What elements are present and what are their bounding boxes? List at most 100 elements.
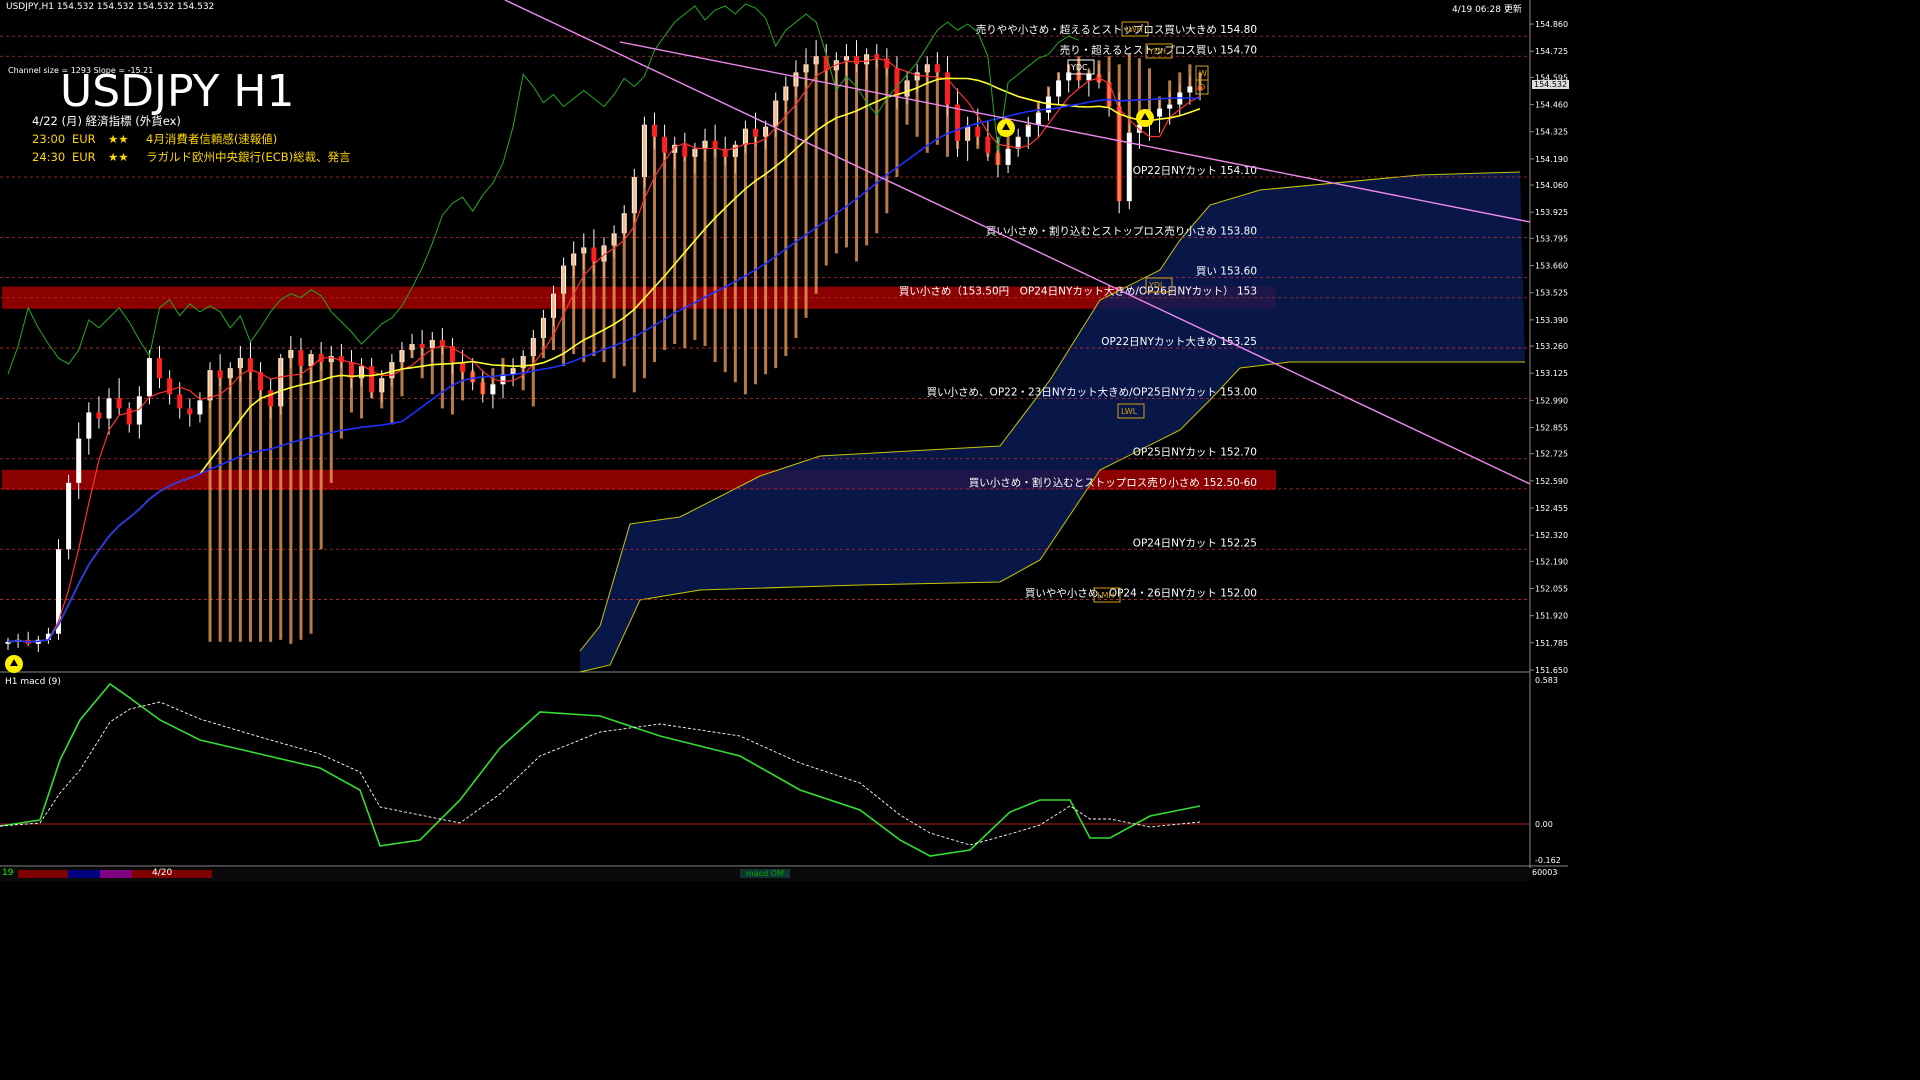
candle-body — [753, 128, 759, 137]
candle-body — [490, 384, 496, 395]
macd-axis-label: 0.00 — [1535, 820, 1553, 829]
price-tick-label: 152.055 — [1535, 585, 1568, 594]
price-tick-label: 153.925 — [1535, 208, 1568, 217]
histogram-bar — [1057, 72, 1061, 81]
histogram-bar — [349, 378, 353, 413]
histogram-bar — [208, 370, 212, 642]
event-name: ラガルド欧州中央銀行(ECB)総裁、発言 — [146, 150, 351, 164]
histogram-bar — [410, 344, 414, 359]
event-stars: ★★ — [108, 150, 129, 164]
order-level-label: OP22日NYカット大きめ 153.25 — [1101, 335, 1257, 348]
candle-body — [96, 412, 102, 419]
histogram-bar — [461, 372, 465, 401]
order-level-label: OP24日NYカット 152.25 — [1133, 537, 1257, 549]
histogram-bar — [279, 358, 283, 640]
candle-body — [854, 56, 860, 65]
histogram-bar — [612, 233, 616, 379]
histogram-bar — [238, 358, 242, 642]
price-tick-label: 151.785 — [1535, 639, 1568, 648]
order-level-label: OP25日NYカット 152.70 — [1133, 447, 1257, 459]
price-tick-label: 154.060 — [1535, 181, 1568, 190]
candle-body — [66, 482, 72, 550]
histogram-bar — [572, 253, 576, 355]
histogram-bar — [642, 124, 646, 379]
level-tag-label: LWH — [1125, 25, 1143, 34]
event-stars: ★★ — [108, 132, 129, 146]
candle-body — [167, 378, 173, 395]
histogram-bar — [400, 350, 404, 397]
candle-body — [662, 136, 668, 153]
histogram-bar — [1168, 80, 1172, 105]
period-block — [18, 870, 68, 878]
candle-body — [419, 344, 425, 349]
histogram-bar — [592, 261, 596, 357]
event-time: 24:30 — [32, 150, 66, 164]
histogram-bar — [905, 80, 909, 125]
chart-title: USDJPY H1 — [60, 66, 295, 117]
price-tick-label: 154.860 — [1535, 20, 1568, 29]
candle-body — [1005, 148, 1011, 165]
histogram-bar — [289, 350, 293, 644]
histogram-bar — [269, 406, 273, 642]
histogram-bar — [824, 70, 828, 266]
macd-label: H1 macd (9) — [5, 677, 61, 687]
histogram-bar — [814, 56, 818, 294]
price-tick-label: 154.325 — [1535, 128, 1568, 137]
event-time: 23:00 — [32, 132, 66, 146]
histogram-bar — [471, 370, 475, 383]
histogram-bar — [784, 86, 788, 357]
histogram-bar — [481, 378, 485, 395]
histogram-bar — [440, 346, 444, 409]
bottom-scrollbar[interactable]: 19 4/20 macd OM — [0, 868, 1530, 881]
candle-body — [985, 136, 991, 153]
histogram-bar — [1178, 72, 1182, 93]
calendar-date: 4/22 (月) 経済指標 (外貨ex) — [32, 114, 181, 128]
candle-body — [298, 350, 304, 367]
histogram-bar — [733, 144, 737, 383]
histogram-bar — [299, 366, 303, 640]
price-tick-label: 153.390 — [1535, 316, 1568, 325]
histogram-bar — [956, 140, 960, 149]
level-tag-label: LMH — [1097, 591, 1114, 600]
price-tick-label: 151.650 — [1535, 666, 1568, 675]
histogram-bar — [420, 348, 424, 379]
candle-body — [955, 104, 961, 141]
price-tick-label: 153.660 — [1535, 262, 1568, 271]
histogram-bar — [228, 368, 232, 642]
event-currency: EUR — [72, 132, 96, 146]
candle-body — [177, 394, 183, 409]
price-tick-label: 151.920 — [1535, 612, 1568, 621]
event-currency: EUR — [72, 150, 96, 164]
histogram-bar — [582, 247, 586, 363]
candle-body — [126, 408, 132, 425]
order-level-label: OP22日NYカット 154.10 — [1133, 165, 1257, 177]
candle-body — [975, 126, 981, 137]
price-tick-label: 153.525 — [1535, 289, 1568, 298]
candle-body — [1035, 112, 1041, 125]
candle-body — [894, 68, 900, 97]
histogram-bar — [885, 68, 889, 214]
candle-body — [187, 408, 193, 415]
histogram-bar — [248, 372, 252, 642]
histogram-bar — [804, 64, 808, 318]
candle-body — [1056, 80, 1062, 97]
histogram-bar — [319, 362, 323, 550]
candle-body — [652, 124, 658, 137]
order-level-label: 買い小さめ・割り込むとストップロス売り小さめ 153.80 — [986, 224, 1257, 237]
candle-body — [136, 396, 142, 425]
price-tick-label: 154.190 — [1535, 155, 1568, 164]
histogram-bar — [844, 56, 848, 248]
histogram-bar — [703, 140, 707, 347]
histogram-bar — [966, 126, 970, 141]
order-level-label: 買い 153.60 — [1196, 266, 1257, 278]
calendar-event: 24:30 EUR ★★ ラガルド欧州中央銀行(ECB)総裁、発言 — [32, 148, 351, 166]
price-tick-label: 152.725 — [1535, 450, 1568, 459]
indicator-tab[interactable]: macd OM — [740, 869, 790, 878]
histogram-bar — [1147, 68, 1151, 117]
price-tick-label: 152.855 — [1535, 424, 1568, 433]
candle-body — [146, 358, 152, 397]
level-tag-label: YDC — [1070, 63, 1088, 72]
chart-window: 売りやや小さめ・超えるとストップロス買い大きめ 154.80 売り・超えるとストッ… — [0, 0, 1570, 882]
candle-body — [591, 247, 597, 262]
histogram-bar — [370, 392, 374, 399]
